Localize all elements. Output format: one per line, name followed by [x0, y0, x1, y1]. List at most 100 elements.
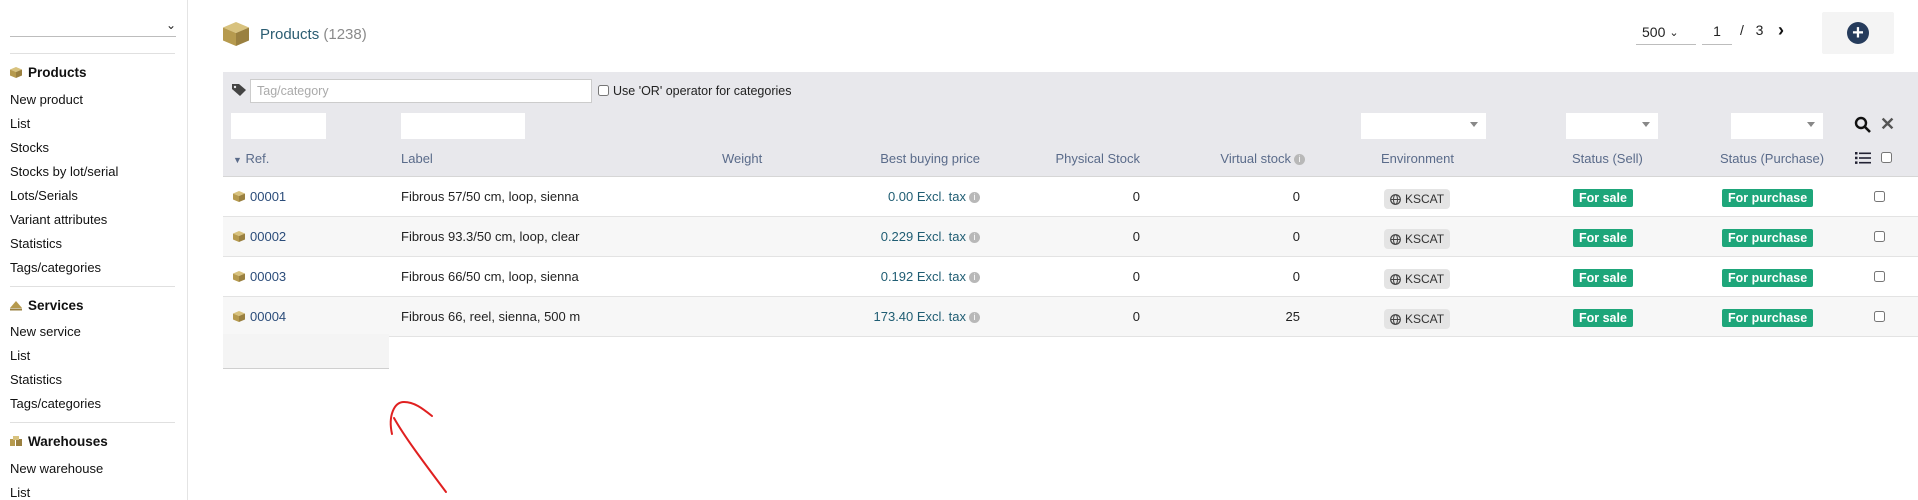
price-text: 173.40 Excl. tax	[873, 309, 967, 324]
menu-item-warehouses-list[interactable]: List	[10, 485, 30, 500]
next-page-button[interactable]: ›	[1778, 20, 1784, 41]
box-icon	[233, 231, 245, 242]
box-icon	[233, 271, 245, 282]
page-title: Products (1238)	[260, 26, 367, 43]
row-select-checkbox[interactable]	[1874, 311, 1885, 322]
globe-icon	[1390, 313, 1401, 325]
filter-status-sell-select[interactable]	[1566, 113, 1658, 139]
product-ref-text: 00002	[250, 229, 287, 244]
environment-text: KSCAT	[1405, 232, 1445, 246]
tag-category-input[interactable]	[250, 79, 592, 103]
total-pages: 3	[1755, 22, 1764, 38]
filter-label-input[interactable]	[401, 113, 525, 139]
filter-status-purchase-select[interactable]	[1731, 113, 1823, 139]
service-icon	[10, 301, 22, 311]
column-header-label[interactable]: Label	[401, 151, 433, 166]
select-all-checkbox[interactable]	[1881, 152, 1892, 163]
menu-title-products[interactable]: Products	[10, 65, 87, 80]
menu-item-services-list[interactable]: List	[10, 348, 30, 363]
menu-item-products-list[interactable]: List	[10, 116, 30, 131]
menu-item-variant-attributes[interactable]: Variant attributes	[10, 212, 107, 227]
environment-text: KSCAT	[1405, 312, 1445, 326]
status-purchase-badge: For purchase	[1722, 309, 1814, 327]
row-select-checkbox[interactable]	[1874, 231, 1885, 242]
product-ref-link[interactable]: 00004	[233, 309, 286, 324]
environment-badge: KSCAT	[1384, 269, 1451, 289]
globe-icon	[1390, 233, 1401, 245]
menu-item-services-statistics[interactable]: Statistics	[10, 372, 62, 387]
row-select-checkbox[interactable]	[1874, 191, 1885, 202]
or-operator-label: Use 'OR' operator for categories	[613, 84, 792, 98]
menu-item-services-tags[interactable]: Tags/categories	[10, 396, 101, 411]
status-sell-badge: For sale	[1573, 229, 1633, 247]
menu-item-stocks[interactable]: Stocks	[10, 140, 49, 155]
limit-value: 500	[1642, 24, 1666, 40]
status-purchase-badge: For purchase	[1722, 269, 1814, 287]
box-icon	[10, 67, 22, 78]
filter-environment-select[interactable]	[1361, 113, 1486, 139]
search-icon[interactable]	[1854, 116, 1872, 134]
product-ref-link[interactable]: 00002	[233, 229, 286, 244]
menu-title-label: Services	[28, 298, 84, 313]
or-operator-checkbox[interactable]	[598, 85, 609, 96]
row-select-checkbox[interactable]	[1874, 271, 1885, 282]
column-header-environment[interactable]: Environment	[1381, 151, 1454, 166]
info-icon: i	[969, 192, 980, 204]
caret-down-icon	[1470, 122, 1478, 127]
product-ref-link[interactable]: 00003	[233, 269, 286, 284]
add-product-button[interactable]: +	[1822, 12, 1894, 54]
page-separator: /	[1740, 22, 1744, 38]
chevron-down-icon: ⌄	[1669, 26, 1679, 39]
column-header-virtual-stock[interactable]: Virtual stock i	[1180, 151, 1305, 166]
menu-item-lots-serials[interactable]: Lots/Serials	[10, 188, 78, 203]
menu-item-products-tags[interactable]: Tags/categories	[10, 260, 101, 275]
menu-item-stocks-by-lot[interactable]: Stocks by lot/serial	[10, 164, 118, 179]
table-footer	[223, 334, 389, 369]
page-input[interactable]: 1	[1702, 20, 1732, 45]
column-header-status-sell[interactable]: Status (Sell)	[1572, 151, 1643, 166]
status-purchase-badge: For purchase	[1722, 189, 1814, 207]
product-best-price: 173.40 Excl. tax i	[800, 309, 980, 324]
product-ref-text: 00001	[250, 189, 287, 204]
limit-select[interactable]: 500 ⌄	[1636, 20, 1696, 45]
list-columns-icon[interactable]	[1855, 151, 1871, 165]
menu-title-services[interactable]: Services	[10, 298, 84, 313]
environment-badge: KSCAT	[1384, 229, 1451, 249]
status-sell-badge: For sale	[1573, 189, 1633, 207]
column-header-best-price[interactable]: Best buying price	[850, 151, 980, 166]
column-header-ref-label: Ref.	[245, 151, 270, 166]
plus-circle-icon: +	[1847, 22, 1869, 44]
box-icon	[233, 191, 245, 202]
annotation-arrow	[389, 400, 447, 493]
box-icon	[233, 311, 245, 322]
info-icon: i	[969, 232, 980, 244]
page-title-label: Products	[260, 26, 320, 43]
clear-filters-icon[interactable]: ✕	[1880, 114, 1895, 135]
menu-item-new-product[interactable]: New product	[10, 92, 83, 107]
price-text: 0.229 Excl. tax	[880, 229, 966, 244]
column-header-weight[interactable]: Weight	[722, 151, 762, 166]
column-header-ref[interactable]: ▼ Ref.	[233, 151, 269, 166]
environment-text: KSCAT	[1405, 272, 1445, 286]
menu-item-new-warehouse[interactable]: New warehouse	[10, 461, 103, 476]
menu-item-products-statistics[interactable]: Statistics	[10, 236, 62, 251]
column-header-virtual-stock-label: Virtual stock	[1220, 151, 1291, 166]
entity-select[interactable]: ⌄	[10, 14, 176, 37]
product-physical-stock: 0	[1132, 229, 1140, 244]
product-label: Fibrous 93.3/50 cm, loop, clear	[401, 229, 580, 244]
product-virtual-stock: 0	[1292, 189, 1300, 204]
product-best-price: 0.229 Excl. tax i	[800, 229, 980, 244]
column-header-physical-stock[interactable]: Physical Stock	[1000, 151, 1140, 166]
page-total: / 3	[1740, 22, 1763, 38]
status-sell-badge: For sale	[1573, 269, 1633, 287]
menu-item-new-service[interactable]: New service	[10, 324, 81, 339]
product-ref-link[interactable]: 00001	[233, 189, 286, 204]
menu-title-warehouses[interactable]: Warehouses	[10, 434, 108, 449]
product-label: Fibrous 66, reel, sienna, 500 m	[401, 309, 581, 324]
product-physical-stock: 0	[1132, 269, 1140, 284]
column-header-status-purchase[interactable]: Status (Purchase)	[1720, 151, 1824, 166]
filter-ref-input[interactable]	[231, 113, 326, 139]
product-ref-text: 00003	[250, 269, 287, 284]
product-ref-text: 00004	[250, 309, 287, 324]
menu-title-label: Products	[28, 65, 87, 80]
